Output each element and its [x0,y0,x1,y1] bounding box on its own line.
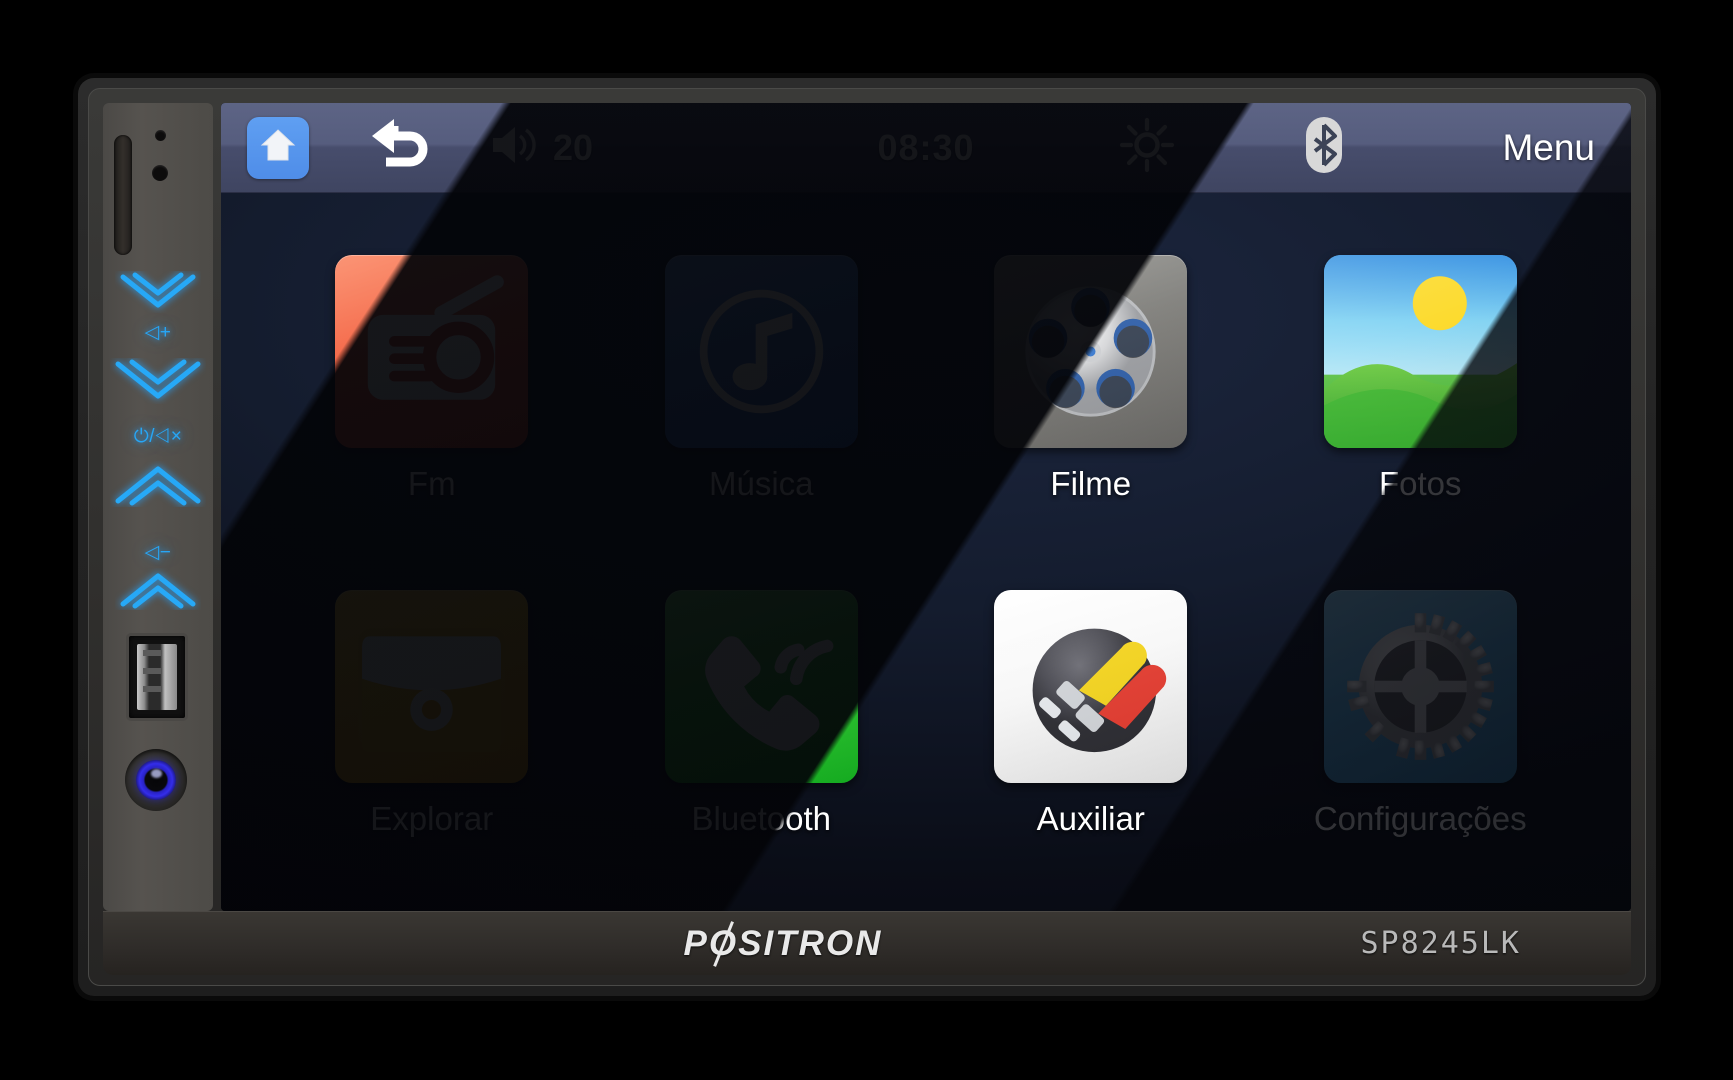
music-note-icon[interactable] [664,254,858,448]
app-grid: Fm Música Filme Fotos Explorar Bluetooth… [221,193,1631,911]
ir-receiver-highlight [151,769,162,778]
app-item-fotos[interactable]: Fotos [1256,211,1586,546]
app-label: Filme [1050,464,1132,502]
app-item-configuracoes[interactable]: Configurações [1256,546,1586,881]
seek-up-button[interactable] [103,461,213,506]
status-bar: 20 08:30 Menu [221,103,1631,193]
power-mute-button[interactable]: ⏻/◁× [103,426,213,448]
usb-pin [143,686,161,692]
app-item-bluetooth[interactable]: Bluetooth [597,546,927,881]
speaker-icon [489,122,539,173]
gear-icon[interactable] [1323,589,1517,783]
panel-vent-slot [114,135,132,255]
touchscreen[interactable]: 20 08:30 Menu Fm Música Filme Fotos Expl… [221,103,1631,911]
bluetooth-button[interactable] [1300,117,1348,179]
ir-receiver [125,749,187,811]
screen-bezel: 20 08:30 Menu Fm Música Filme Fotos Expl… [221,103,1631,911]
app-item-musica[interactable]: Música [597,211,927,546]
ir-receiver-lens [136,760,176,800]
usb-pin [143,668,161,674]
app-label: Configurações [1313,799,1527,837]
app-label: Fm [407,464,456,502]
reset-pinhole[interactable] [155,130,166,141]
back-arrow-icon [364,116,436,179]
volume-up-button[interactable]: ◁+ [103,321,213,344]
seek-down-button-2[interactable] [103,358,213,400]
app-item-explorar[interactable]: Explorar [267,546,597,881]
home-button[interactable] [247,116,309,179]
app-label: Fotos [1378,464,1462,502]
app-label: Auxiliar [1036,799,1145,837]
clock: 08:30 [877,126,975,168]
rca-plug-icon[interactable] [994,589,1188,783]
brand-logo-prefix: P [683,923,709,963]
radio-icon[interactable] [335,254,529,448]
brand-logo-o: O [708,923,739,963]
sun-icon [1119,117,1175,178]
brand-logo-suffix: SITRON [738,923,883,963]
seek-down-button[interactable] [103,271,213,313]
back-button[interactable] [363,118,437,178]
app-label: Bluetooth [691,799,831,837]
device-faceplate: ◁+ ⏻/◁× ◁− 20 08:30 Menu Fm Música Filme… [88,88,1646,986]
folder-icon[interactable] [335,589,529,783]
volume-down-button[interactable]: ◁− [103,541,213,564]
phone-call-icon[interactable] [664,589,858,783]
brand-bar: POSITRON SP8245LK [103,911,1631,975]
menu-button[interactable]: Menu [1502,127,1595,169]
usb-port[interactable] [126,633,188,721]
brand-logo: POSITRON [684,924,883,964]
head-unit-device: ◁+ ⏻/◁× ◁− 20 08:30 Menu Fm Música Filme… [78,78,1656,996]
film-reel-icon[interactable] [994,254,1188,448]
left-control-panel: ◁+ ⏻/◁× ◁− [103,103,213,911]
bluetooth-icon [1302,115,1346,180]
landscape-icon[interactable] [1323,254,1517,448]
volume-level: 20 [553,126,594,168]
volume-indicator[interactable]: 20 [489,122,593,173]
app-label: Música [708,464,814,502]
seek-up-button-2[interactable] [103,568,213,610]
app-item-filme[interactable]: Filme [926,211,1256,546]
usb-pin [143,650,161,656]
app-item-fm[interactable]: Fm [267,211,597,546]
brightness-button[interactable] [1116,117,1178,179]
microphone-hole [152,165,168,181]
model-number: SP8245LK [1360,926,1521,961]
app-item-auxiliar[interactable]: Auxiliar [926,546,1256,881]
app-label: Explorar [370,799,494,837]
home-icon [258,125,298,170]
